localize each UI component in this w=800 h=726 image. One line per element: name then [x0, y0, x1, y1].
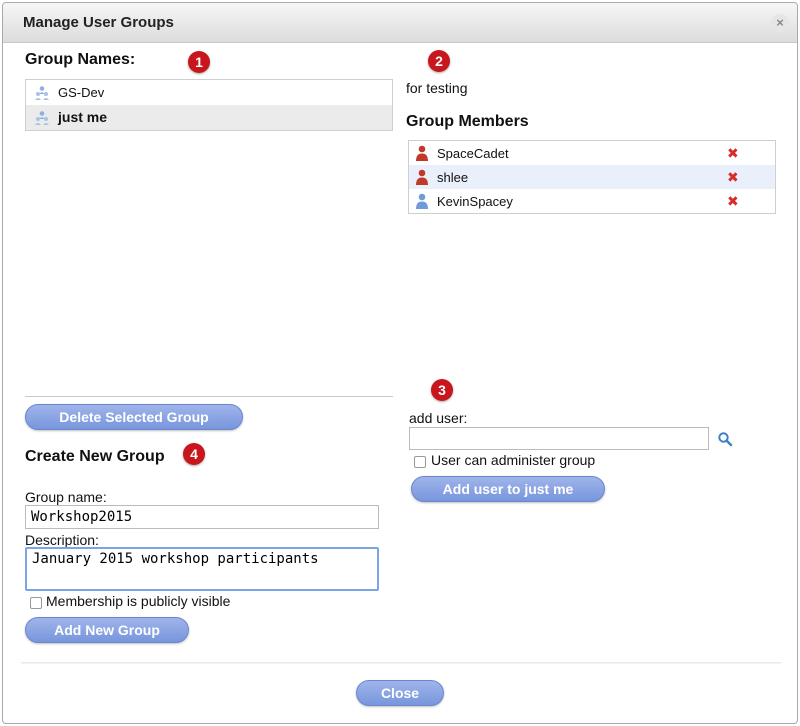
description-textarea[interactable]: January 2015 workshop participants [25, 547, 379, 591]
group-members-heading: Group Members [406, 113, 529, 130]
remove-member-icon[interactable]: ✖ [727, 169, 739, 186]
dialog-title: Manage User Groups [23, 14, 174, 31]
public-membership-label: Membership is publicly visible [46, 593, 231, 609]
description-label: Description: [25, 532, 99, 548]
group-icon [35, 85, 49, 100]
close-icon[interactable]: × [771, 14, 789, 32]
member-row[interactable]: KevinSpacey ✖ [409, 189, 775, 213]
manage-user-groups-dialog: Manage User Groups × Group Names: 1 GS-D… [2, 2, 798, 724]
group-name: just me [58, 109, 108, 125]
title-bar: Manage User Groups × [3, 3, 797, 43]
member-name: SpaceCadet [437, 145, 509, 161]
add-user-input[interactable] [409, 427, 709, 450]
group-names-heading: Group Names: [25, 51, 136, 68]
administer-group-checkbox[interactable] [414, 456, 426, 468]
left-divider [25, 396, 393, 397]
add-user-button[interactable]: Add user to just me [411, 476, 605, 502]
step-badge-3: 3 [431, 379, 453, 401]
user-icon [416, 193, 428, 209]
group-item-just-me[interactable]: just me [26, 105, 392, 130]
admin-user-icon [416, 145, 428, 161]
group-name-input[interactable] [25, 505, 379, 529]
member-name: KevinSpacey [437, 193, 513, 209]
group-icon [35, 110, 49, 125]
search-icon[interactable] [717, 431, 733, 447]
group-members-list: SpaceCadet ✖ shlee ✖ KevinSpacey ✖ [408, 140, 776, 214]
group-description-text: for testing [406, 80, 468, 96]
remove-member-icon[interactable]: ✖ [727, 145, 739, 162]
member-row[interactable]: shlee ✖ [409, 165, 775, 189]
close-button[interactable]: Close [356, 680, 444, 706]
public-membership-checkbox[interactable] [30, 597, 42, 609]
add-new-group-button[interactable]: Add New Group [25, 617, 189, 643]
add-user-label: add user: [409, 410, 468, 426]
footer-divider [21, 662, 781, 664]
group-name-label: Group name: [25, 489, 107, 505]
group-item-gs-dev[interactable]: GS-Dev [26, 80, 392, 105]
step-badge-4: 4 [183, 443, 205, 465]
remove-member-icon[interactable]: ✖ [727, 193, 739, 210]
member-name: shlee [437, 169, 469, 185]
admin-user-icon [416, 169, 428, 185]
administer-group-label: User can administer group [431, 452, 596, 468]
step-badge-2: 2 [428, 50, 450, 72]
delete-selected-group-button[interactable]: Delete Selected Group [25, 404, 243, 430]
step-badge-1: 1 [188, 51, 210, 73]
member-row[interactable]: SpaceCadet ✖ [409, 141, 775, 165]
group-names-list: GS-Dev just me [25, 79, 393, 131]
create-new-group-heading: Create New Group [25, 448, 165, 465]
group-name: GS-Dev [58, 85, 105, 100]
